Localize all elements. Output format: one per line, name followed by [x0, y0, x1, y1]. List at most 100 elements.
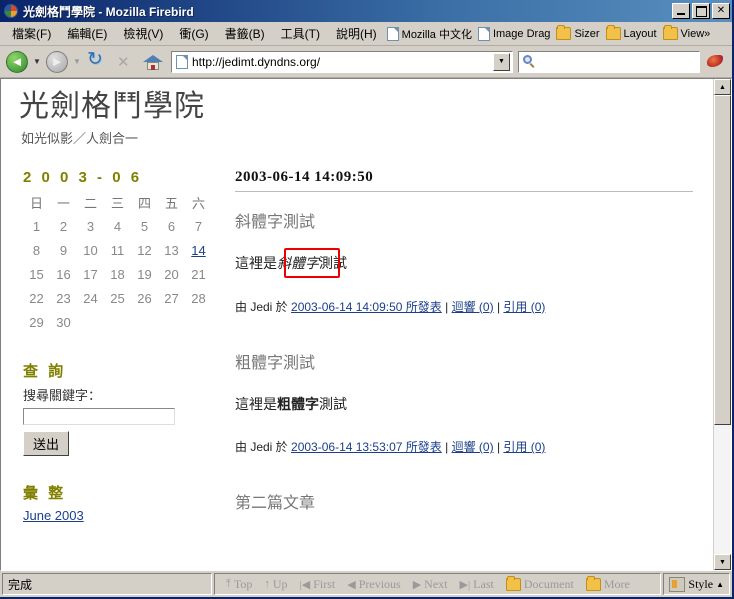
sitenav-more[interactable]: More — [580, 575, 636, 592]
archive-link-june-2003[interactable]: June 2003 — [23, 508, 84, 523]
menu-view[interactable]: 檢視(V) — [115, 22, 171, 45]
post-permalink[interactable]: 2003-06-14 13:53:07 所發表 — [291, 440, 442, 454]
maximize-button[interactable] — [692, 3, 710, 19]
sitenav-label: More — [603, 576, 630, 591]
post-comments-link[interactable]: 迴響 (0) — [452, 440, 494, 454]
calendar-day: 4 — [113, 218, 122, 234]
post-permalink[interactable]: 2003-06-14 14:09:50 所發表 — [291, 300, 442, 314]
calendar-weekday-row: 日 一 二 三 四 五 六 — [23, 190, 212, 214]
calendar-day: 19 — [137, 266, 152, 282]
post-entry-3: 第二篇文章 — [235, 489, 693, 513]
scrollbar-thumb[interactable] — [714, 95, 731, 426]
post-trackback-link[interactable]: 引用 (0) — [503, 440, 545, 454]
address-dropdown-icon[interactable]: ▼ — [493, 52, 510, 71]
style-switcher[interactable]: Style ▲ — [663, 573, 730, 595]
scroll-up-button[interactable]: ▲ — [714, 79, 731, 95]
close-button[interactable]: ✕ — [712, 3, 730, 19]
post-title: 第二篇文章 — [235, 495, 316, 513]
home-button[interactable] — [140, 49, 166, 75]
page-icon — [176, 54, 188, 69]
calendar-week-row: 22 23 24 25 26 27 28 — [23, 286, 212, 310]
status-text: 完成 — [2, 573, 212, 595]
bookmark-mozilla-l10n[interactable]: Mozilla 中文化 — [385, 24, 476, 44]
calendar-day: 15 — [29, 266, 44, 282]
page-icon — [386, 26, 399, 41]
calendar-day: 5 — [140, 218, 149, 234]
site-search-input[interactable] — [23, 407, 175, 425]
calendar-day: 7 — [194, 218, 203, 234]
style-icon — [669, 576, 686, 592]
url-text: http://jedimt.dyndns.org/ — [192, 54, 321, 69]
bookmark-folder-view[interactable]: View» — [661, 25, 715, 42]
search-input[interactable] — [537, 53, 696, 70]
calendar-day-14-link[interactable]: 14 — [191, 243, 205, 258]
reload-button[interactable] — [84, 48, 110, 75]
menu-go[interactable]: 衝(G) — [171, 22, 216, 45]
address-bar[interactable]: http://jedimt.dyndns.org/ ▼ — [171, 50, 513, 73]
scroll-down-button[interactable]: ▼ — [714, 554, 731, 570]
calendar-day: 22 — [29, 290, 44, 306]
sitenav-up: ↑ Up — [258, 577, 293, 592]
vertical-scrollbar[interactable]: ▲ ▼ — [713, 79, 731, 570]
calendar-day: 11 — [110, 242, 125, 258]
back-history-caret-icon[interactable]: ▼ — [32, 49, 42, 75]
search-bar[interactable] — [518, 50, 700, 73]
post-trackback-link[interactable]: 引用 (0) — [503, 300, 545, 314]
calendar-day-link[interactable]: 14 — [185, 238, 212, 262]
post-body-suffix: 測試 — [319, 395, 347, 412]
footer-separator: | — [493, 299, 504, 314]
forward-button[interactable]: ► — [44, 49, 70, 75]
weekday-cell: 五 — [164, 195, 178, 211]
menu-help[interactable]: 說明(H) — [328, 22, 385, 45]
first-icon: |◀ — [299, 578, 311, 591]
calendar-day: 17 — [83, 266, 98, 282]
calendar-day: 18 — [110, 266, 125, 282]
navigation-toolbar: ◄ ▼ ► ▼ http://jedimt.dyndns.org/ ▼ — [0, 46, 732, 78]
browser-window: 光劍格鬥學院 - Mozilla Firebird ✕ 檔案(F) 編輯(E) … — [0, 0, 734, 599]
bookmark-label: View» — [680, 27, 711, 40]
calendar-day: 26 — [137, 290, 152, 306]
post-author-prefix: 由 Jedi 於 — [235, 440, 292, 455]
scrollbar-track[interactable] — [714, 95, 731, 554]
post-body-emphasis: 斜體字 — [277, 255, 319, 271]
post-title: 粗體字測試 — [235, 354, 316, 372]
sitenav-label: Document — [523, 576, 574, 591]
calendar-day: 27 — [164, 290, 179, 306]
archives-heading: 彙 整 — [23, 485, 67, 502]
calendar-day: 29 — [29, 314, 44, 330]
post-body-prefix: 這裡是 — [235, 395, 277, 412]
bookmark-folder-sizer[interactable]: Sizer — [554, 25, 603, 42]
footer-separator: | — [493, 440, 504, 455]
minimize-button[interactable] — [672, 3, 690, 19]
calendar-table: 日 一 二 三 四 五 六 1 2 3 4 5 6 7 8 9 10 11 12… — [23, 190, 212, 334]
post-title: 斜體字測試 — [235, 214, 316, 231]
sitenav-label: Previous — [358, 576, 401, 591]
bookmark-image-drag[interactable]: Image Drag — [476, 25, 554, 43]
style-label: Style — [688, 576, 714, 591]
calendar-day: 12 — [137, 242, 152, 258]
calendar-day: 30 — [56, 314, 71, 330]
web-page: 光劍格鬥學院 如光似影／人劍合一 2 0 0 3 - 0 6 日 一 二 三 四 — [1, 79, 713, 570]
menu-bookmarks[interactable]: 書籤(B) — [217, 22, 273, 45]
post-comments-link[interactable]: 迴響 (0) — [452, 300, 494, 314]
sitenav-label: Last — [473, 576, 494, 591]
sitenav-document[interactable]: Document — [500, 575, 580, 592]
menu-tools[interactable]: 工具(T) — [273, 22, 328, 45]
site-description: 如光似影／人劍合一 — [21, 131, 139, 146]
calendar-day: 8 — [32, 242, 41, 258]
bookmark-label: Image Drag — [492, 27, 551, 40]
calendar-day: 21 — [191, 266, 206, 282]
status-bar: 完成 ⤒ Top ↑ Up |◀ First ◀ Previous ▶ Next — [0, 571, 732, 597]
post-date-header: 2003-06-14 14:09:50 — [235, 169, 693, 192]
bookmark-folder-layout[interactable]: Layout — [604, 25, 661, 42]
calendar-day: 23 — [56, 290, 71, 306]
menu-file[interactable]: 檔案(F) — [4, 22, 59, 45]
sitenav-top: ⤒ Top — [220, 577, 258, 592]
menu-edit[interactable]: 編輯(E) — [59, 22, 115, 45]
stop-button — [112, 49, 138, 75]
forward-history-caret-icon[interactable]: ▼ — [72, 49, 82, 75]
site-search-submit-button[interactable]: 送出 — [23, 431, 70, 456]
back-button[interactable]: ◄ — [4, 49, 30, 75]
calendar-week-row: 15 16 17 18 19 20 21 — [23, 262, 212, 286]
menu-bar: 檔案(F) 編輯(E) 檢視(V) 衝(G) 書籤(B) 工具(T) 說明(H)… — [0, 22, 732, 46]
